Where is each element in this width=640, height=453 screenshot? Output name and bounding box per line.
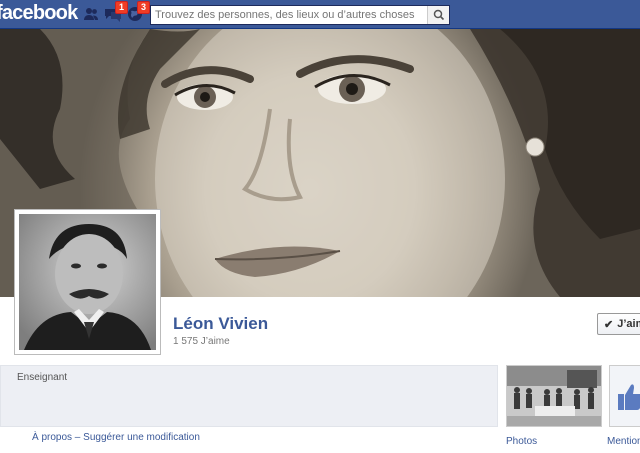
page-category: Enseignant [17,372,68,383]
messages-jewel[interactable]: 1 [104,1,128,23]
like-button-label: J’aime [617,318,640,330]
mentions-tile[interactable] [609,365,640,427]
suggest-edit-link[interactable]: Suggérer une modification [83,432,200,443]
check-icon: ✔ [604,318,614,331]
search-box [150,5,450,25]
photos-thumbnail [507,366,601,426]
likes-count[interactable]: 1 575 J’aime [173,336,230,347]
page-name: Léon Vivien [173,314,269,333]
profile-picture[interactable] [14,209,161,355]
notifications-badge: 3 [136,1,150,14]
facebook-logo[interactable]: facebook [0,2,78,25]
profile-portrait-image [19,214,156,350]
search-button[interactable] [427,6,449,24]
search-input[interactable] [151,6,421,24]
friend-requests-jewel[interactable] [82,5,100,23]
link-separator: – [72,432,84,443]
mentions-label[interactable]: Mention [607,436,640,447]
notifications-jewel[interactable]: 3 [126,1,150,23]
about-links: À propos – Suggérer une modification [32,432,200,443]
about-link[interactable]: À propos [32,432,72,443]
thumbs-up-icon [618,384,640,410]
info-box [0,365,498,427]
photos-label[interactable]: Photos [506,436,537,447]
search-icon [433,9,444,21]
like-button[interactable]: ✔ J’aime [597,313,640,335]
friends-icon [84,8,98,20]
top-bar: facebook 1 3 [0,0,640,29]
profile-photo [19,214,156,350]
photos-tile[interactable] [506,365,602,427]
